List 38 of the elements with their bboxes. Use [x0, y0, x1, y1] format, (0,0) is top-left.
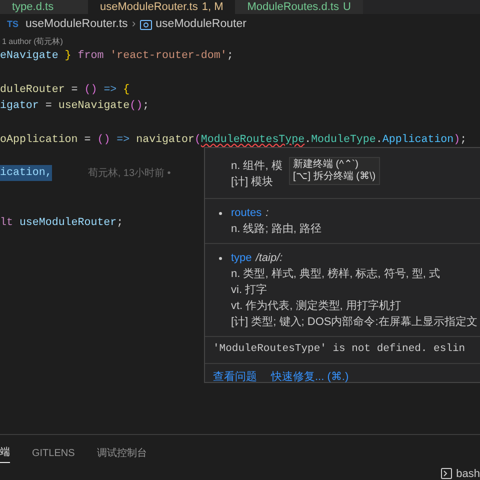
definition-text: [计] 模块	[231, 175, 274, 190]
phonetic-text: /taip/:	[256, 251, 283, 266]
editor-tab[interactable]: useModuleRouter.ts 1, M	[88, 0, 236, 14]
panel-tab[interactable]: 端	[0, 443, 10, 463]
definition-text: [计] 类型; 键入; DOS内部命令:在屏幕上显示指定文	[231, 314, 478, 330]
chevron-icon: ›	[132, 16, 136, 34]
code-line: oApplication = () => navigator(ModuleRoutesType.ModuleType.Application);	[0, 132, 467, 148]
error-message: 'ModuleRoutesType' is not defined. eslin	[205, 337, 480, 364]
word-link[interactable]: routes	[231, 205, 262, 221]
variable-icon	[140, 20, 152, 30]
code-line: igator = useNavigate();	[0, 99, 150, 114]
action-link[interactable]: 查看问题	[213, 368, 257, 386]
breadcrumb-file[interactable]: useModuleRouter.ts	[26, 16, 128, 34]
definition-text: n. 线路; 路由, 路径	[231, 222, 322, 237]
definition-text: vt. 作为代表, 测定类型, 用打字机打	[231, 298, 401, 314]
terminal-icon	[441, 468, 452, 480]
codelens-text[interactable]: 1 author (荀元林)	[0, 36, 480, 48]
tooltip-text: 新建终端 (^⌃`)	[293, 159, 360, 170]
bullet-icon	[219, 256, 222, 260]
definition-text: vi. 打字	[231, 282, 268, 298]
breadcrumb-symbol[interactable]: useModuleRouter	[156, 16, 246, 34]
code-line: duleRouter = () => {	[0, 82, 130, 98]
bullet-icon	[219, 212, 222, 214]
action-link[interactable]: 快速修复... (⌘.)	[271, 368, 349, 386]
code-line: eNavigate } from 'react-router-dom';	[0, 49, 234, 64]
editor-tab[interactable]: type.d.ts	[0, 0, 88, 14]
definition-text: n. 组件, 模	[231, 159, 282, 174]
editor-tab[interactable]: ModuleRoutes.d.ts U	[235, 0, 363, 14]
blame-annotation: 荀元林, 13小时前 •	[88, 166, 171, 181]
panel-tab[interactable]: 调试控制台	[96, 443, 147, 463]
typescript-file-icon: TS	[4, 18, 22, 32]
panel-tab[interactable]: GITLENS	[32, 443, 75, 463]
tooltip-text: [⌥] 拆分终端 (⌘\)	[293, 171, 376, 183]
code-line: lt useModuleRouter;	[0, 216, 124, 232]
phonetic-text: :	[266, 206, 269, 221]
word-link[interactable]: type	[231, 250, 252, 266]
definition-text: n. 类型, 样式, 典型, 榜样, 标志, 符号, 型, 式	[231, 266, 440, 282]
shell-name[interactable]: bash	[456, 466, 480, 480]
